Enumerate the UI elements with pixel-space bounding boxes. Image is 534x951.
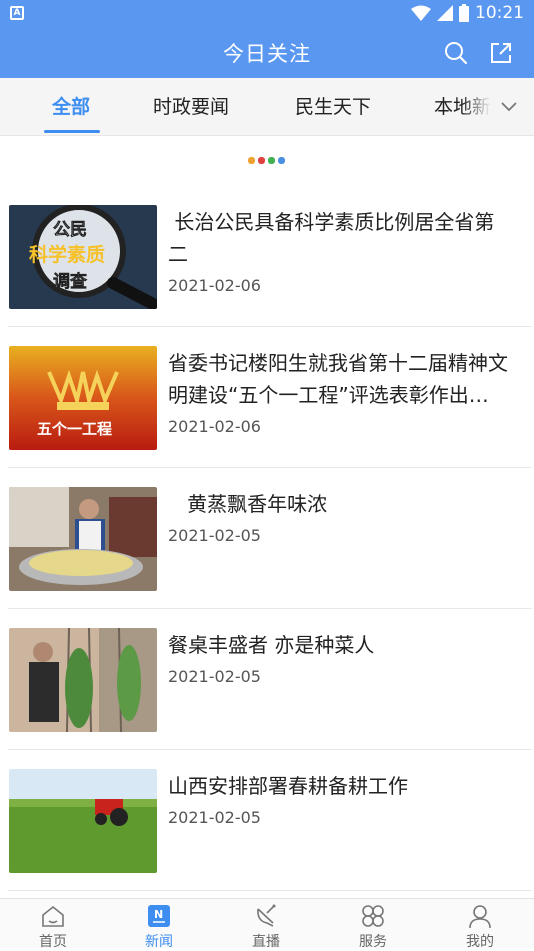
tab-all[interactable]: 全部 <box>52 92 90 119</box>
signal-icon <box>437 5 453 21</box>
news-title: 山西安排部署春耕备耕工作 <box>168 774 408 798</box>
search-icon[interactable] <box>443 40 469 66</box>
svg-text:N: N <box>154 908 163 921</box>
news-title: 黄蒸飘香年味浓 <box>168 492 328 516</box>
news-item[interactable]: 公民 科学素质 调查 长治公民具备科学素质比例居全省第二 2021-02-06 <box>8 186 532 327</box>
news-date: 2021-02-06 <box>168 417 261 436</box>
battery-icon <box>459 4 469 22</box>
thumb-text-survey: 调查 <box>53 271 88 292</box>
news-thumbnail <box>9 628 157 732</box>
news-item[interactable]: 餐桌丰盛者 亦是种菜人 2021-02-05 <box>8 609 532 750</box>
tab-livelihood[interactable]: 民生天下 <box>295 92 371 119</box>
chevron-down-icon[interactable] <box>498 95 520 117</box>
profile-icon <box>469 905 491 929</box>
nav-label: 我的 <box>466 934 494 950</box>
news-title: 餐桌丰盛者 亦是种菜人 <box>168 633 375 657</box>
thumb-text-science: 科学素质 <box>29 243 105 266</box>
news-date: 2021-02-06 <box>168 276 261 295</box>
news-date: 2021-02-05 <box>168 808 261 827</box>
nav-label: 直播 <box>252 934 280 950</box>
tab-politics[interactable]: 时政要闻 <box>153 92 229 119</box>
wifi-icon <box>411 5 431 21</box>
news-title: 省委书记楼阳生就我省第十二届精神文明建设“五个一工程”评选表彰作出批示 <box>168 351 508 407</box>
news-item[interactable]: 五个一工程 省委书记楼阳生就我省第十二届精神文明建设“五个一工程”评选表彰作出批… <box>8 327 532 468</box>
nav-live[interactable]: 直播 <box>226 899 306 950</box>
news-thumbnail: 五个一工程 <box>9 346 157 450</box>
nav-news[interactable]: N 新闻 <box>119 899 199 950</box>
news-date: 2021-02-05 <box>168 526 261 545</box>
service-icon <box>362 905 384 927</box>
active-tab-indicator <box>44 130 100 133</box>
news-thumbnail: 公民 科学素质 调查 <box>9 205 157 309</box>
nav-profile[interactable]: 我的 <box>440 899 520 950</box>
nav-home[interactable]: 首页 <box>13 899 93 950</box>
news-icon: N <box>148 905 170 927</box>
news-title: 长治公民具备科学素质比例居全省第二 <box>168 210 495 266</box>
status-time: 10:21 <box>475 3 524 23</box>
thumb-text-project: 五个一工程 <box>37 420 112 438</box>
live-icon <box>257 904 276 927</box>
news-thumbnail <box>9 769 157 873</box>
status-bar: A 10:21 <box>0 0 534 28</box>
app-header: 今日关注 <box>0 28 534 78</box>
news-item[interactable]: 黄蒸飘香年味浓 2021-02-05 <box>8 468 532 609</box>
nav-label: 首页 <box>39 934 67 950</box>
news-date: 2021-02-05 <box>168 667 261 686</box>
thumb-text-citizen: 公民 <box>53 220 87 240</box>
home-icon <box>42 905 64 927</box>
nav-label: 新闻 <box>145 934 173 950</box>
category-tabs: 全部 时政要闻 民生天下 本地新闻 <box>0 78 534 136</box>
news-item[interactable]: 山西安排部署春耕备耕工作 2021-02-05 <box>8 750 532 891</box>
news-thumbnail <box>9 487 157 591</box>
share-icon[interactable] <box>488 40 514 66</box>
nav-label: 服务 <box>359 934 387 950</box>
bottom-navigation: 首页 N 新闻 直播 服务 我的 <box>0 898 534 950</box>
notification-icon: A <box>10 6 24 20</box>
loading-indicator <box>248 157 285 164</box>
nav-service[interactable]: 服务 <box>333 899 413 950</box>
